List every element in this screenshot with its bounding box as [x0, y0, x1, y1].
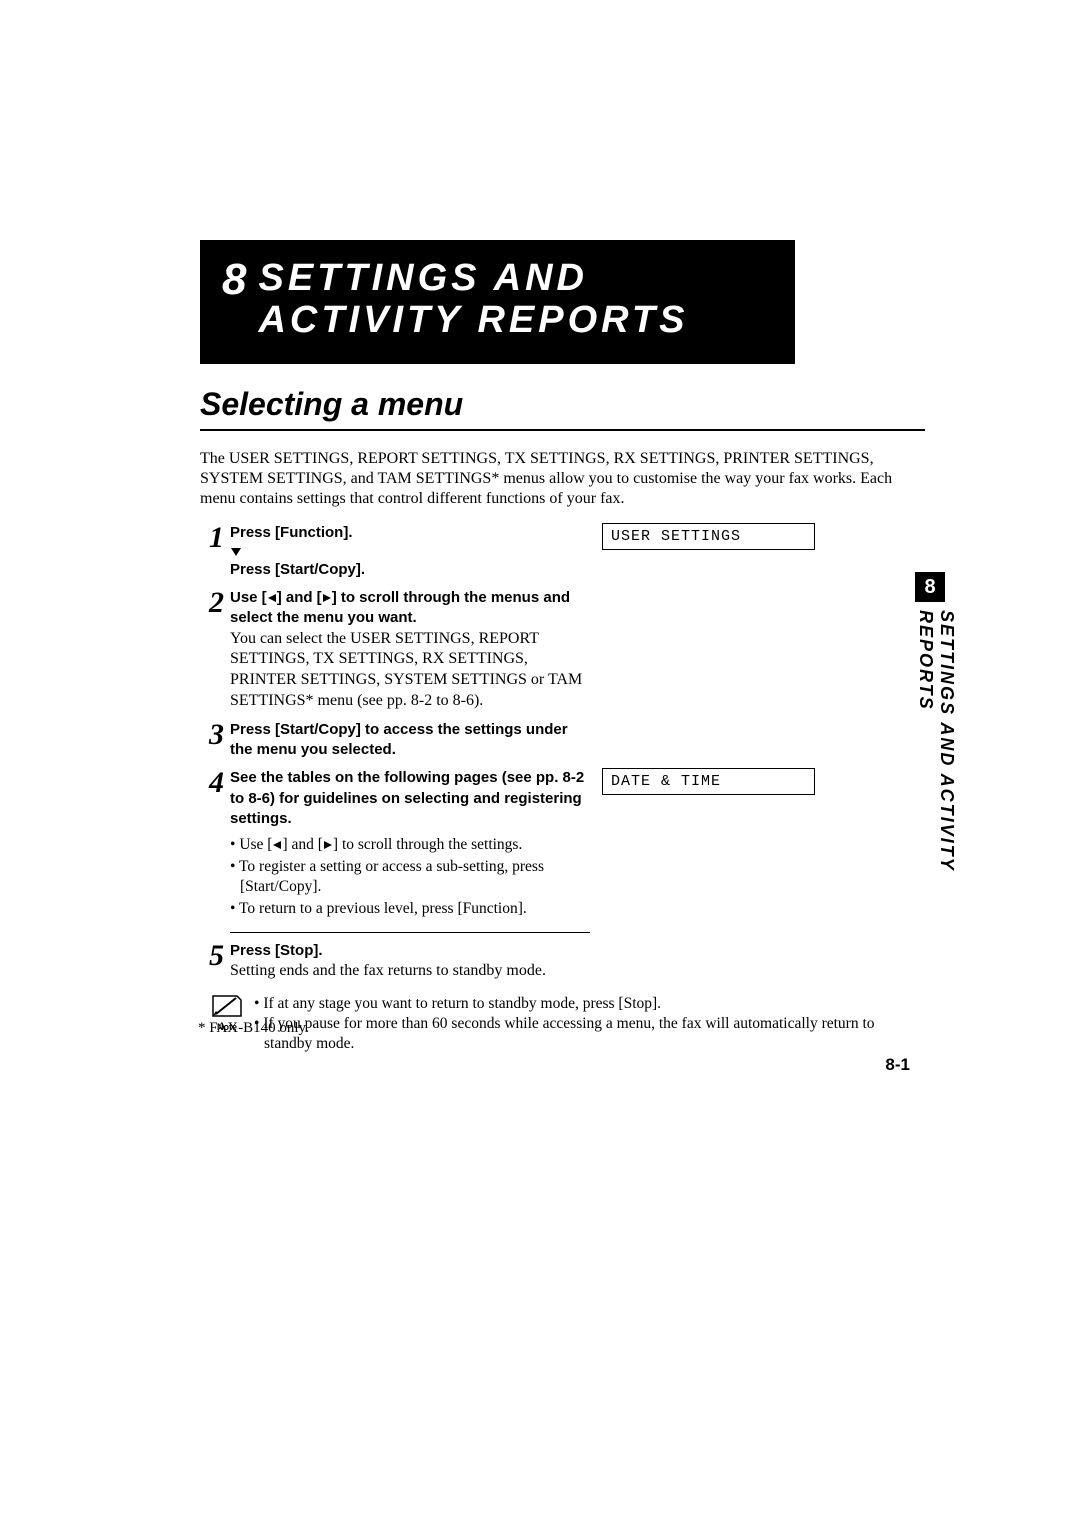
- step-number: 1: [200, 523, 224, 553]
- lcd-display-date-time: DATE & TIME: [602, 768, 815, 795]
- triangle-right-icon: [323, 840, 333, 850]
- steps-list: 1 Press [Function]. Press [Start/Copy]. …: [200, 523, 925, 1054]
- footnote: * FAX-B140 only.: [198, 1020, 309, 1037]
- triangle-left-icon: [272, 840, 282, 850]
- step-number: 5: [200, 941, 224, 971]
- step-1-line3: Press [Start/Copy].: [230, 560, 590, 580]
- note-bullet-1: If at any stage you want to return to st…: [254, 994, 925, 1014]
- chapter-title-line2: ACTIVITY REPORTS: [258, 299, 688, 341]
- step-3: 3 Press [Start/Copy] to access the setti…: [200, 720, 925, 761]
- step-5: 5 Press [Stop]. Setting ends and the fax…: [200, 941, 925, 982]
- step-4-bold: See the tables on the following pages (s…: [230, 768, 590, 829]
- lcd-display-user-settings: USER SETTINGS: [602, 523, 815, 550]
- page-number: 8-1: [885, 1055, 910, 1075]
- step-4-bullet-1: Use [] and [] to scroll through the sett…: [230, 835, 590, 855]
- note-bullets: If at any stage you want to return to st…: [254, 994, 925, 1054]
- triangle-down-icon: [230, 547, 242, 557]
- chapter-number: 8: [222, 258, 246, 302]
- triangle-right-icon: [322, 593, 332, 603]
- section-title: Selecting a menu: [200, 386, 925, 431]
- step-4: 4 See the tables on the following pages …: [200, 768, 925, 921]
- step-4-bullet-2: To register a setting or access a sub-se…: [230, 857, 590, 897]
- step-4-bullet-3: To return to a previous level, press [Fu…: [230, 899, 590, 919]
- step-5-plain: Setting ends and the fax returns to stan…: [230, 961, 590, 982]
- step-1-arrow: [230, 543, 590, 560]
- step-number: 3: [200, 720, 224, 750]
- side-tab-label: SETTINGS AND ACTIVITY REPORTS: [915, 610, 957, 970]
- step-2: 2 Use [] and [] to scroll through the me…: [200, 588, 925, 712]
- step-1-line1: Press [Function].: [230, 523, 590, 543]
- step-2-bold: Use [] and [] to scroll through the menu…: [230, 588, 590, 629]
- side-tab-number: 8: [915, 572, 945, 602]
- document-page: 8 SETTINGS AND ACTIVITY REPORTS Selectin…: [0, 0, 1080, 1528]
- chapter-title: SETTINGS AND ACTIVITY REPORTS: [258, 258, 688, 342]
- pencil-note-icon: [210, 994, 244, 1020]
- divider: [230, 932, 590, 933]
- step-4-bullets: Use [] and [] to scroll through the sett…: [230, 835, 590, 920]
- step-1: 1 Press [Function]. Press [Start/Copy]. …: [200, 523, 925, 581]
- chapter-banner: 8 SETTINGS AND ACTIVITY REPORTS: [200, 240, 795, 364]
- step-5-bold: Press [Stop].: [230, 941, 590, 961]
- step-3-bold: Press [Start/Copy] to access the setting…: [230, 720, 590, 761]
- chapter-title-line1: SETTINGS AND: [258, 257, 588, 299]
- step-2-plain: You can select the USER SETTINGS, REPORT…: [230, 629, 590, 712]
- intro-paragraph: The USER SETTINGS, REPORT SETTINGS, TX S…: [200, 449, 925, 509]
- side-tab: 8 SETTINGS AND ACTIVITY REPORTS: [915, 572, 945, 970]
- step-number: 2: [200, 588, 224, 618]
- note-bullet-2: If you pause for more than 60 seconds wh…: [254, 1014, 925, 1054]
- step-number: 4: [200, 768, 224, 798]
- triangle-left-icon: [267, 593, 277, 603]
